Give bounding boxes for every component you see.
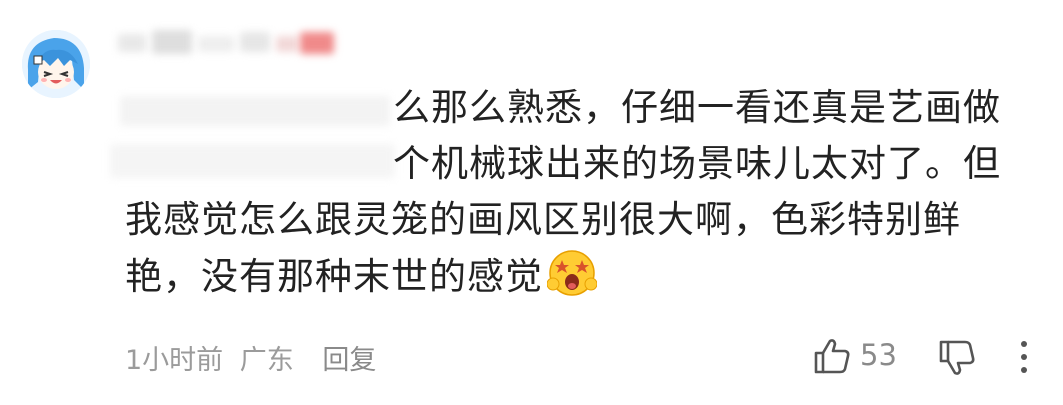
dislike-button[interactable] (937, 338, 977, 378)
vertical-ellipsis-icon (1021, 341, 1027, 373)
comment-meta: 1小时前 广东 回复 (125, 338, 384, 377)
more-options-button[interactable] (1014, 338, 1034, 376)
comment-line: 艳，没有那种末世的感觉 (125, 255, 543, 298)
anime-avatar-icon (22, 30, 90, 98)
thumbs-down-icon (939, 340, 975, 375)
comment-item: 么那么熟悉，仔细一看还真是艺画做 个机械球出来的场景味儿太对了。但 我感觉怎么跟… (0, 0, 1063, 405)
comment-location: 广东 (239, 345, 294, 376)
comment-last-line: 艳，没有那种末世的感觉 (125, 248, 1020, 314)
like-count: 53 (860, 338, 897, 372)
comment-line: 我感觉怎么跟灵笼的画风区别很大啊，色彩特别鲜 (125, 198, 961, 241)
comment-time: 1小时前 (125, 345, 224, 376)
comment-body: 么那么熟悉，仔细一看还真是艺画做 个机械球出来的场景味儿太对了。但 我感觉怎么跟… (125, 80, 1020, 314)
avatar[interactable] (22, 30, 90, 98)
comment-line: 么那么熟悉，仔细一看还真是艺画做 (393, 86, 1001, 129)
thumbs-up-icon (814, 339, 850, 374)
comment-line: 个机械球出来的场景味儿太对了。但 (393, 142, 1001, 185)
reply-button[interactable]: 回复 (322, 345, 376, 376)
star-struck-face-icon (546, 248, 598, 314)
username-redacted[interactable] (118, 28, 348, 58)
like-button[interactable] (812, 336, 852, 376)
